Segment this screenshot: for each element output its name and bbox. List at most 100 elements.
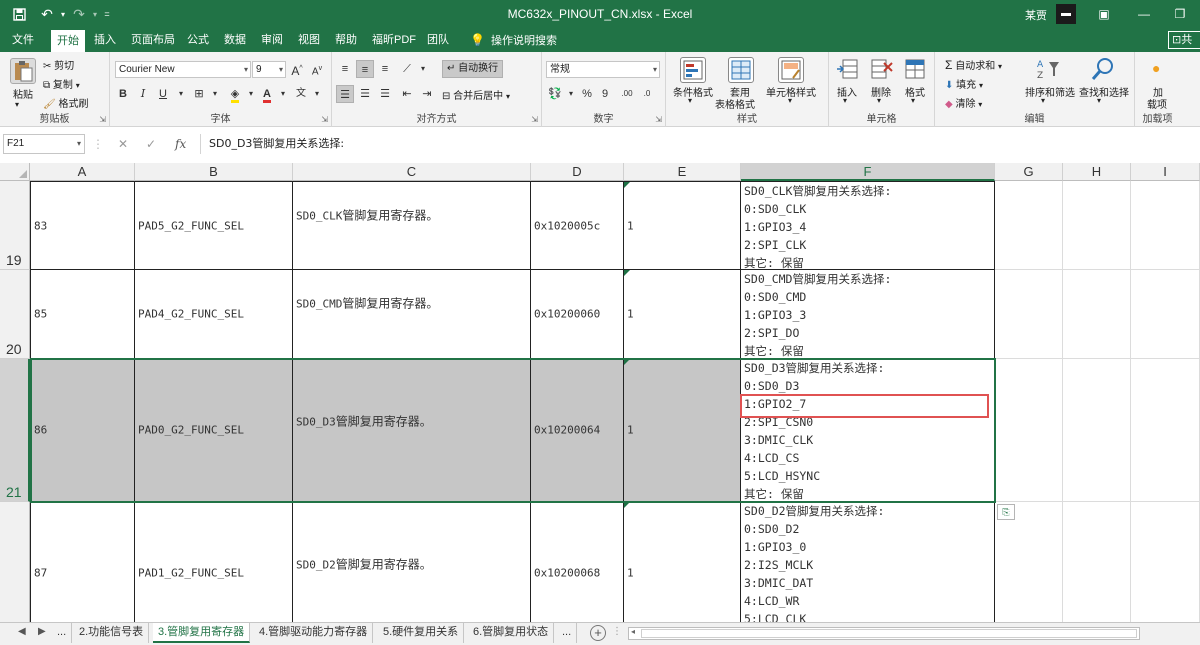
prev-sheet-icon[interactable]: ◀	[18, 626, 26, 637]
tab-insert[interactable]: 插入	[88, 28, 122, 52]
insert-function-icon[interactable]: fx	[175, 135, 186, 153]
sort-filter-label[interactable]: 排序和筛选	[1025, 84, 1075, 99]
sheet-tab-5[interactable]: 5.硬件复用关系	[378, 623, 465, 643]
number-launcher-icon[interactable]: ⇲	[655, 115, 662, 124]
addins-label-2[interactable]: 载项	[1147, 96, 1167, 111]
table-cell[interactable]	[1063, 181, 1131, 270]
decrease-indent-icon[interactable]: ⇤	[398, 85, 416, 103]
conditional-formatting-label[interactable]: 条件格式	[673, 84, 713, 99]
column-header-g[interactable]: G	[995, 163, 1063, 181]
sheet-tab-4[interactable]: 4.管脚驱动能力寄存器	[254, 623, 374, 643]
minimize-icon[interactable]: —	[1134, 4, 1154, 24]
format-as-table-label-2[interactable]: 表格格式	[715, 96, 755, 111]
addins-icon[interactable]: ●	[1152, 60, 1160, 76]
align-center-icon[interactable]: ☰	[356, 85, 374, 103]
table-cell[interactable]	[995, 359, 1063, 502]
align-middle-icon[interactable]: ≡	[356, 60, 374, 78]
table-cell[interactable]: 83	[30, 181, 135, 270]
table-cell[interactable]: PAD1_G2_FUNC_SEL	[135, 502, 293, 622]
chevron-down-icon[interactable]: ▾	[788, 96, 792, 105]
font-name-dropdown[interactable]: Courier New ▾	[115, 61, 251, 78]
cut-button[interactable]: ✂ 剪切	[43, 57, 74, 72]
chevron-down-icon[interactable]: ▾	[1097, 96, 1101, 105]
table-cell[interactable]	[1131, 181, 1200, 270]
table-cell[interactable]: 85	[30, 270, 135, 359]
alignment-launcher-icon[interactable]: ⇲	[531, 115, 538, 124]
sheet-tab-2[interactable]: 2.功能信号表	[74, 623, 150, 643]
scrollbar-thumb[interactable]	[641, 629, 1137, 638]
tab-formulas[interactable]: 公式	[181, 28, 215, 52]
align-top-icon[interactable]: ≡	[336, 60, 354, 78]
table-cell[interactable]	[1063, 359, 1131, 502]
table-cell[interactable]	[1063, 270, 1131, 359]
select-all-button[interactable]	[0, 163, 30, 181]
paste-dropdown-icon[interactable]: ▾	[15, 100, 19, 109]
row-header-22[interactable]	[0, 502, 30, 622]
paste-icon[interactable]	[10, 58, 36, 84]
align-bottom-icon[interactable]: ≡	[376, 60, 394, 78]
cell-styles-icon[interactable]	[778, 57, 804, 83]
font-size-dropdown[interactable]: 9 ▾	[252, 61, 286, 78]
table-cell[interactable]	[995, 181, 1063, 270]
table-cell[interactable]: SD0_CMD管脚复用关系选择: 0:SD0_CMD 1:GPIO3_3 2:S…	[741, 270, 995, 359]
chevron-down-icon[interactable]: ▾	[843, 96, 847, 105]
table-cell[interactable]: 1	[624, 270, 741, 359]
conditional-formatting-icon[interactable]	[680, 57, 706, 83]
column-header-c[interactable]: C	[293, 163, 531, 181]
paste-options-icon[interactable]: ⎘	[997, 504, 1015, 520]
chevron-down-icon[interactable]: ▾	[1041, 96, 1045, 105]
ribbon-options-icon[interactable]: ▣	[1094, 4, 1114, 24]
table-cell[interactable]: PAD5_G2_FUNC_SEL	[135, 181, 293, 270]
column-header-i[interactable]: I	[1131, 163, 1200, 181]
paste-label[interactable]: 粘贴	[13, 86, 33, 101]
name-box[interactable]: F21 ▾	[3, 134, 85, 154]
align-right-icon[interactable]: ☰	[376, 85, 394, 103]
format-cells-icon[interactable]	[903, 57, 929, 83]
table-cell[interactable]: 0x1020005c	[531, 181, 624, 270]
copy-button[interactable]: ⧉ 复制 ▾	[43, 76, 80, 91]
italic-button[interactable]: I	[134, 85, 152, 103]
font-color-dropdown-icon[interactable]: ▾	[274, 85, 292, 103]
table-cell[interactable]: 1	[624, 181, 741, 270]
delete-cells-icon[interactable]	[869, 57, 895, 83]
column-header-b[interactable]: B	[135, 163, 293, 181]
row-header-20[interactable]: 20	[0, 270, 30, 359]
ribbon-display-icon[interactable]: ▬	[1056, 4, 1076, 24]
tab-data[interactable]: 数据	[218, 28, 252, 52]
format-painter-button[interactable]: 🖌 格式刷	[43, 95, 88, 110]
find-select-icon[interactable]	[1090, 56, 1116, 82]
column-header-a[interactable]: A	[30, 163, 135, 181]
table-cell[interactable]: SD0_CMD管脚复用寄存器。	[293, 270, 531, 359]
tab-foxit-pdf[interactable]: 福昕PDF	[366, 28, 422, 52]
table-cell[interactable]: 0x10200060	[531, 270, 624, 359]
find-select-label[interactable]: 查找和选择	[1079, 84, 1129, 99]
merge-center-button[interactable]: ⊟ 合并后居中 ▾	[442, 87, 510, 102]
sort-filter-icon[interactable]: AZ	[1035, 56, 1061, 82]
insert-cells-icon[interactable]	[835, 57, 861, 83]
percent-button[interactable]: %	[578, 85, 596, 103]
table-cell[interactable]	[1131, 502, 1200, 622]
tab-view[interactable]: 视图	[292, 28, 326, 52]
table-cell[interactable]: SD0_CLK管脚复用关系选择: 0:SD0_CLK 1:GPIO3_4 2:S…	[741, 181, 995, 270]
tab-team[interactable]: 团队	[421, 28, 455, 52]
row-header-21[interactable]: 21	[0, 359, 30, 502]
next-sheet-icon[interactable]: ▶	[38, 626, 46, 637]
wrap-text-button[interactable]: ↵ 自动换行	[442, 60, 504, 78]
clipboard-launcher-icon[interactable]: ⇲	[99, 115, 106, 124]
tab-home[interactable]: 开始	[51, 30, 85, 52]
worksheet-grid[interactable]: A B C D E F G H I 19 83 PAD5_G2_FUNC_SEL…	[0, 163, 1200, 622]
table-cell[interactable]	[1063, 502, 1131, 622]
table-cell[interactable]	[1131, 270, 1200, 359]
share-button[interactable]: ⊡共	[1168, 31, 1200, 49]
table-cell[interactable]	[995, 270, 1063, 359]
increase-decimal-icon[interactable]: .00	[618, 85, 636, 103]
sheet-tab-more-left[interactable]: ...	[52, 623, 73, 643]
row-header-19[interactable]: 19	[0, 181, 30, 270]
table-cell[interactable]: SD0_D2管脚复用关系选择: 0:SD0_D2 1:GPIO3_0 2:I2S…	[741, 502, 995, 622]
underline-dropdown-icon[interactable]: ▾	[172, 85, 190, 103]
font-launcher-icon[interactable]: ⇲	[321, 115, 328, 124]
sheet-tab-more-right[interactable]: ...	[557, 623, 578, 643]
table-cell[interactable]: SD0_D2管脚复用寄存器。	[293, 502, 531, 622]
phonetic-dropdown-icon[interactable]: ▾	[308, 85, 326, 103]
chevron-down-icon[interactable]: ▾	[688, 96, 692, 105]
